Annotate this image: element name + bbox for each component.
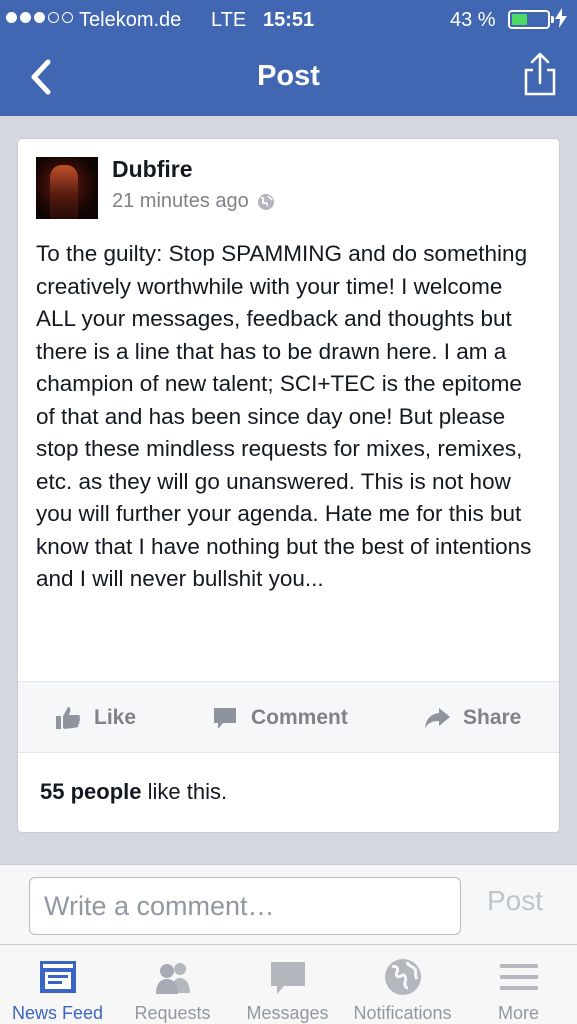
battery-percent: 43 % (450, 9, 496, 31)
author-name[interactable]: Dubfire (112, 156, 193, 183)
post-actions: Like Comment Share (18, 681, 559, 753)
messages-icon (270, 962, 305, 994)
clock: 15:51 (263, 9, 315, 31)
like-label: Like (94, 706, 137, 729)
likes-summary[interactable]: 55 people like this. (40, 779, 227, 805)
post-timestamp[interactable]: 21 minutes ago (112, 190, 249, 213)
comment-button[interactable]: Comment (211, 682, 348, 754)
tab-messages[interactable]: Messages (230, 945, 345, 1024)
news-feed-icon (39, 961, 76, 993)
status-bar: Telekom.de LTE 15:51 43 % (0, 0, 577, 40)
tab-notifications[interactable]: Notifications (345, 945, 460, 1024)
tab-requests[interactable]: Requests (115, 945, 230, 1024)
more-icon (499, 964, 538, 990)
share-upload-icon (524, 52, 556, 96)
carrier-name: Telekom.de (79, 9, 182, 31)
comment-bubble-icon (214, 708, 236, 729)
share-label: Share (463, 706, 522, 729)
like-button[interactable]: Like (54, 682, 136, 754)
network-type: LTE (211, 9, 247, 31)
tab-label: Notifications (353, 1003, 452, 1023)
tab-label: Messages (246, 1003, 329, 1023)
tab-more[interactable]: More (460, 945, 577, 1024)
likes-suffix: like this. (141, 779, 228, 804)
post-comment-button[interactable]: Post (487, 885, 543, 917)
post-text: To the guilty: Stop SPAMMING and do some… (36, 241, 532, 591)
avatar[interactable] (36, 157, 98, 219)
tab-bar: News Feed Requests Messages Notification… (0, 944, 577, 1024)
tab-label: News Feed (11, 1003, 104, 1023)
tab-news-feed[interactable]: News Feed (0, 945, 115, 1024)
notifications-icon (384, 959, 421, 995)
charging-icon (555, 8, 567, 33)
share-post-button[interactable]: Share (423, 682, 521, 754)
comment-input[interactable] (29, 877, 461, 935)
share-arrow-icon (425, 708, 450, 728)
top-bar: Telekom.de LTE 15:51 43 % Post (0, 0, 577, 116)
globe-icon (257, 193, 274, 210)
likes-count: 55 people (40, 779, 142, 804)
comment-composer: Post (0, 864, 577, 944)
signal-strength-icon (6, 12, 73, 23)
post-meta: 21 minutes ago (112, 190, 275, 213)
comment-label: Comment (251, 706, 348, 729)
thumbs-up-icon (56, 707, 81, 729)
tab-label: More (497, 1003, 539, 1023)
post-card: Dubfire 21 minutes ago To the guilty: St… (17, 138, 560, 833)
tab-label: Requests (134, 1003, 211, 1023)
requests-icon (155, 963, 190, 994)
page-title: Post (257, 60, 320, 92)
share-button[interactable] (520, 50, 560, 100)
navigation-bar: Post (0, 40, 577, 116)
battery-icon (508, 10, 554, 29)
